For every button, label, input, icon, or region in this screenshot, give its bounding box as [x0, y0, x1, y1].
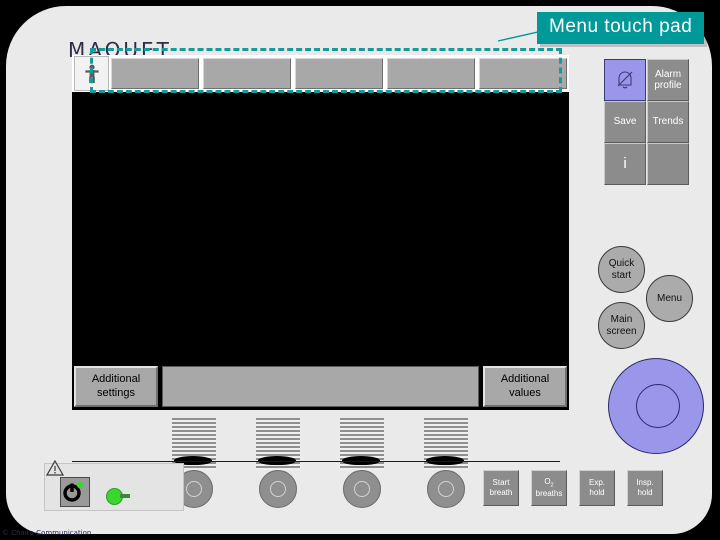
alarm-profile-line1: Alarm [654, 68, 682, 80]
control-knob-2[interactable] [259, 470, 297, 508]
rotary-dial-knob[interactable] [608, 358, 704, 454]
slider-4[interactable] [424, 418, 468, 470]
display-tab-bar [72, 55, 569, 92]
additional-values-line1: Additional [500, 372, 550, 385]
tab-2[interactable] [203, 58, 291, 89]
trends-button[interactable]: Trends [647, 101, 689, 143]
o2-breaths-button[interactable]: O2 breaths [531, 470, 567, 506]
display-bottom-bar: Additional settings Additional values [72, 363, 569, 410]
info-button[interactable]: i [604, 143, 646, 185]
panel-divider-line [72, 461, 560, 462]
blank-button[interactable] [647, 143, 689, 185]
additional-settings-line2: settings [97, 386, 135, 399]
tab-5[interactable] [479, 58, 567, 89]
alarm-profile-line2: profile [654, 80, 682, 91]
patient-figure-icon[interactable] [74, 56, 109, 91]
power-button[interactable] [60, 477, 90, 507]
quick-start-line2: start [611, 269, 632, 281]
warning-triangle-icon [46, 460, 64, 476]
main-screen-line1: Main [610, 313, 633, 325]
power-icon [63, 481, 84, 502]
callout-label: Menu touch pad [537, 12, 705, 44]
insp-hold-line2: hold [637, 488, 653, 497]
control-knob-3[interactable] [343, 470, 381, 508]
tab-4[interactable] [387, 58, 475, 89]
additional-settings-button[interactable]: Additional settings [74, 366, 158, 407]
quick-start-line1: Quick [608, 257, 635, 269]
slider-2[interactable] [256, 418, 300, 470]
o2-breaths-subscript: 2 [550, 482, 554, 489]
patient-figure-glyph [84, 64, 99, 83]
exp-hold-button[interactable]: Exp. hold [579, 470, 615, 506]
insp-hold-button[interactable]: Insp. hold [627, 470, 663, 506]
tab-3[interactable] [295, 58, 383, 89]
save-button[interactable]: Save [604, 101, 646, 143]
o2-breaths-line2: breaths [535, 489, 563, 499]
additional-values-line2: values [509, 386, 541, 399]
start-breath-line1: Start [492, 478, 510, 488]
control-knob-4[interactable] [427, 470, 465, 508]
alarm-profile-button[interactable]: Alarm profile [647, 59, 689, 101]
additional-values-button[interactable]: Additional values [483, 366, 567, 407]
additional-settings-line1: Additional [91, 372, 141, 385]
main-screen-button[interactable]: Main screen [598, 302, 645, 349]
start-breath-button[interactable]: Start breath [483, 470, 519, 506]
exp-hold-line1: Exp. [588, 478, 605, 488]
rotary-dial-knob-center [636, 384, 680, 428]
insp-hold-line1: Insp. [636, 478, 654, 488]
slider-3[interactable] [340, 418, 384, 470]
watermark-text: © Chaira Communication [2, 529, 92, 537]
power-status-led-stub [120, 494, 130, 498]
control-knob-4-center [438, 481, 454, 497]
control-knob-1-center [186, 481, 202, 497]
menu-button[interactable]: Menu [646, 275, 693, 322]
display-center-panel [162, 366, 479, 407]
exp-hold-line2: hold [589, 488, 605, 497]
ventilator-display: Additional settings Additional values [72, 55, 569, 410]
bell-slash-icon [617, 71, 633, 89]
quick-start-button[interactable]: Quick start [598, 246, 645, 293]
main-screen-line2: screen [606, 325, 637, 337]
control-knob-2-center [270, 481, 286, 497]
alarm-silence-button[interactable] [604, 59, 646, 101]
start-breath-line2: breath [489, 488, 513, 497]
tab-1[interactable] [111, 58, 199, 89]
control-knob-3-center [354, 481, 370, 497]
